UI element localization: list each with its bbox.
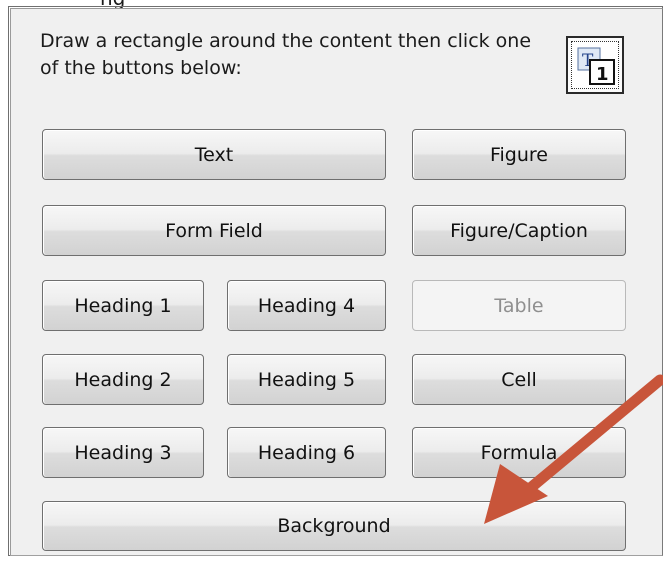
icon-frame: T 1 xyxy=(571,41,619,89)
formula-button[interactable]: Formula xyxy=(412,427,626,478)
icon-graphic: T 1 xyxy=(577,47,615,85)
table-button[interactable]: Table xyxy=(412,280,626,331)
heading-6-button[interactable]: Heading 6 xyxy=(227,427,386,478)
text-button[interactable]: Text xyxy=(42,129,386,180)
text-to-number-icon[interactable]: T 1 xyxy=(566,36,624,94)
form-field-button[interactable]: Form Field xyxy=(42,205,386,256)
background-button[interactable]: Background xyxy=(42,501,626,551)
heading-1-button[interactable]: Heading 1 xyxy=(42,280,204,331)
cell-button[interactable]: Cell xyxy=(412,354,626,405)
figure-caption-button[interactable]: Figure/Caption xyxy=(412,205,626,256)
svg-text:1: 1 xyxy=(596,64,609,85)
heading-2-button[interactable]: Heading 2 xyxy=(42,354,204,405)
figure-button[interactable]: Figure xyxy=(412,129,626,180)
instructions-text: Draw a rectangle around the content then… xyxy=(40,30,532,79)
heading-5-button[interactable]: Heading 5 xyxy=(227,354,386,405)
heading-3-button[interactable]: Heading 3 xyxy=(42,427,204,478)
heading-4-button[interactable]: Heading 4 xyxy=(227,280,386,331)
